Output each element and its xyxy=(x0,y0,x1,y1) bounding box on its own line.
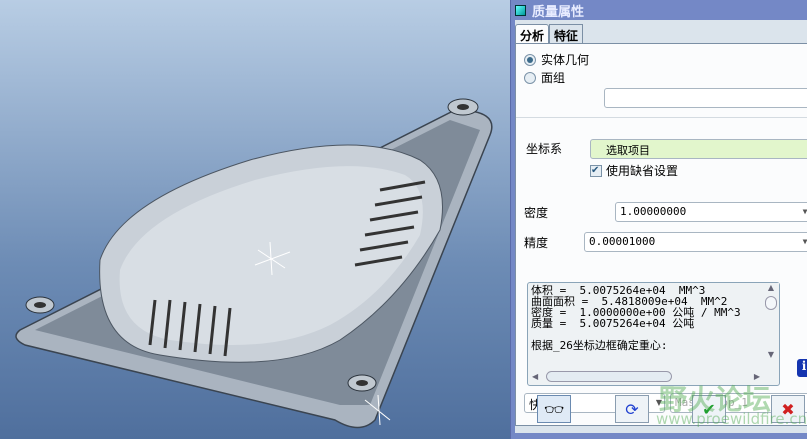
result-line: 质量 = 5.0075264e+04 公吨 xyxy=(531,317,695,330)
radio-solid-geometry[interactable]: 实体几何 xyxy=(524,51,589,68)
density-value: 1.00000000 xyxy=(620,205,687,218)
repaint-button[interactable]: ⟳ xyxy=(615,395,649,423)
checkbox-label: 使用缺省设置 xyxy=(606,164,679,178)
ok-button[interactable]: ✔ xyxy=(692,395,726,423)
results-output[interactable]: 体积 = 5.0075264e+04 MM^3 曲面面积 = 5.4818009… xyxy=(527,282,780,386)
density-input[interactable]: 1.00000000 ▼ xyxy=(615,202,807,222)
chevron-down-icon[interactable]: ▼ xyxy=(800,233,807,251)
csys-label: 坐标系 xyxy=(526,142,563,156)
part-model xyxy=(15,98,493,429)
use-default-checkbox[interactable]: ✔ 使用缺省设置 xyxy=(590,162,678,179)
dialog-icon xyxy=(515,4,526,16)
chevron-down-icon[interactable]: ▼ xyxy=(800,203,807,221)
tab-feature[interactable]: 特征 xyxy=(549,24,584,44)
close-icon: ✖ xyxy=(781,399,795,419)
checkmark-icon: ✔ xyxy=(702,399,716,419)
analysis-panel: 实体几何 面组 坐标系 选取项目 ✔ 使用缺省设置 密度 1.00000000 ▼ … xyxy=(515,43,807,426)
accuracy-label: 精度 xyxy=(524,236,549,250)
tab-analysis[interactable]: 分析 xyxy=(515,24,550,44)
info-icon[interactable]: i xyxy=(797,359,807,377)
quilt-input[interactable] xyxy=(604,88,807,108)
dialog-title: 质量属性 xyxy=(532,4,585,20)
refresh-icon: ⟳ xyxy=(625,399,639,419)
radio-button[interactable] xyxy=(524,71,536,84)
mass-properties-dialog: 质量属性 分析 特征 实体几何 面组 坐标系 选取项目 ✔ 使用缺省设置 密度 1… xyxy=(510,0,807,439)
dialog-titlebar[interactable]: 质量属性 xyxy=(511,0,807,20)
horizontal-scrollbar[interactable]: ◀ ▶ xyxy=(528,369,764,385)
cancel-button[interactable]: ✖ xyxy=(771,395,805,423)
divider xyxy=(516,117,807,118)
result-line: 根据_26坐标边框确定重心: xyxy=(531,339,668,352)
csys-select-field[interactable]: 选取项目 xyxy=(590,139,807,159)
density-label: 密度 xyxy=(524,206,549,220)
accuracy-value: 0.00001000 xyxy=(589,235,656,248)
vertical-scrollbar[interactable]: ▲ ▼ xyxy=(763,283,779,369)
model-viewport[interactable] xyxy=(0,0,510,439)
glasses-icon: 👓︎ xyxy=(543,399,565,419)
radio-button[interactable] xyxy=(524,53,536,66)
preview-button[interactable]: 👓︎ xyxy=(537,395,571,423)
accuracy-input[interactable]: 0.00001000 ▼ xyxy=(584,232,807,252)
check-icon[interactable]: ✔ xyxy=(590,164,602,177)
chevron-down-icon[interactable]: ▼ xyxy=(654,394,664,412)
radio-quilt[interactable]: 面组 xyxy=(524,69,565,86)
radio-label: 实体几何 xyxy=(541,53,590,67)
radio-label: 面组 xyxy=(541,71,566,85)
